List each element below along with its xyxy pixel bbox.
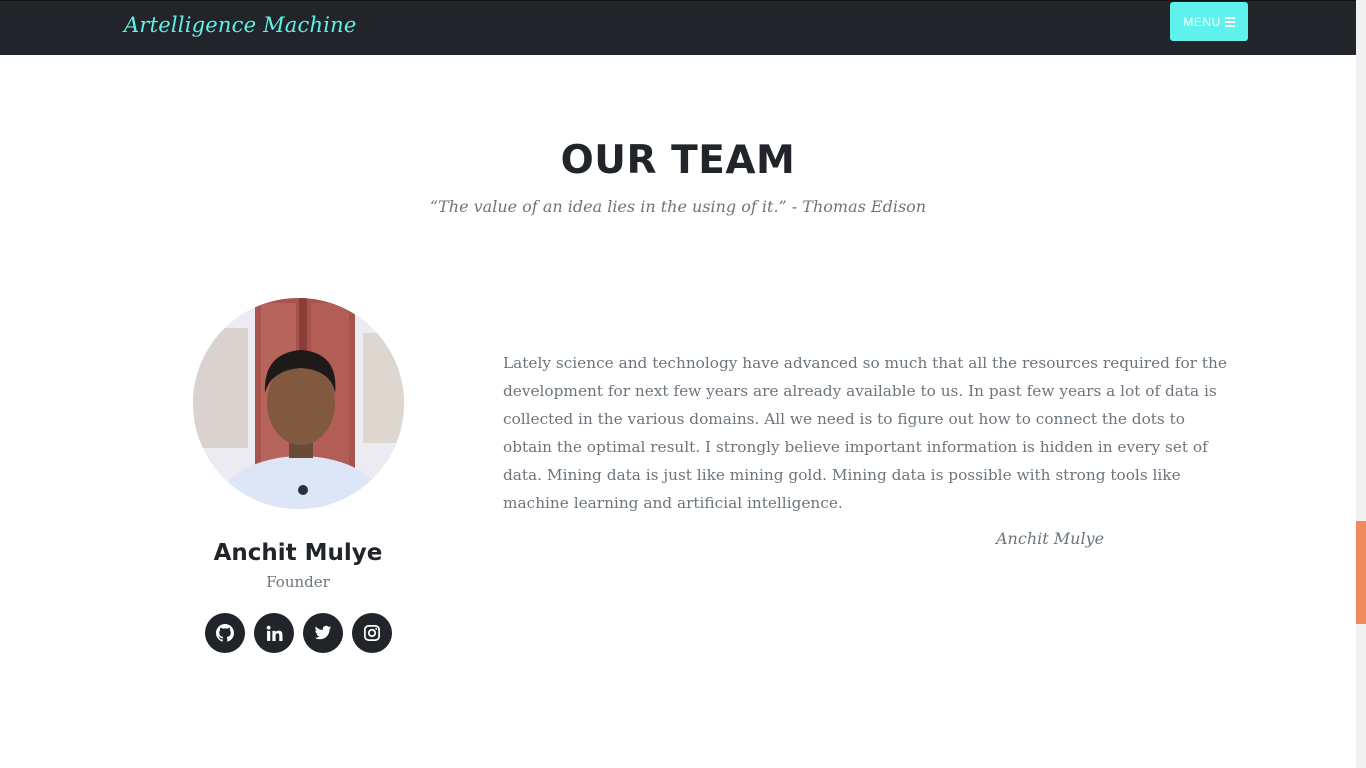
section-title: OUR TEAM — [560, 138, 796, 183]
portrait-image — [193, 298, 404, 509]
linkedin-icon — [266, 625, 282, 641]
page-scrollbar[interactable] — [1356, 0, 1366, 768]
social-links — [205, 613, 392, 653]
menu-button[interactable]: MENU — [1170, 2, 1248, 41]
navbar: Artelligence Machine MENU — [0, 0, 1356, 55]
menu-button-label: MENU — [1183, 14, 1221, 29]
bars-icon — [1224, 16, 1235, 27]
github-icon — [216, 624, 234, 642]
linkedin-link[interactable] — [254, 613, 294, 653]
bio-signature: Anchit Mulye — [996, 529, 1105, 548]
twitter-icon — [314, 625, 332, 640]
instagram-icon — [364, 625, 380, 641]
twitter-link[interactable] — [303, 613, 343, 653]
member-bio: Lately science and technology have advan… — [503, 354, 1227, 512]
instagram-link[interactable] — [352, 613, 392, 653]
member-name: Anchit Mulye — [213, 540, 383, 566]
member-role: Founder — [266, 573, 330, 591]
section-quote: “The value of an idea lies in the using … — [429, 197, 927, 216]
member-photo — [193, 298, 404, 509]
scrollbar-thumb[interactable] — [1356, 521, 1366, 624]
brand-logo[interactable]: Artelligence Machine — [124, 13, 356, 37]
github-link[interactable] — [205, 613, 245, 653]
